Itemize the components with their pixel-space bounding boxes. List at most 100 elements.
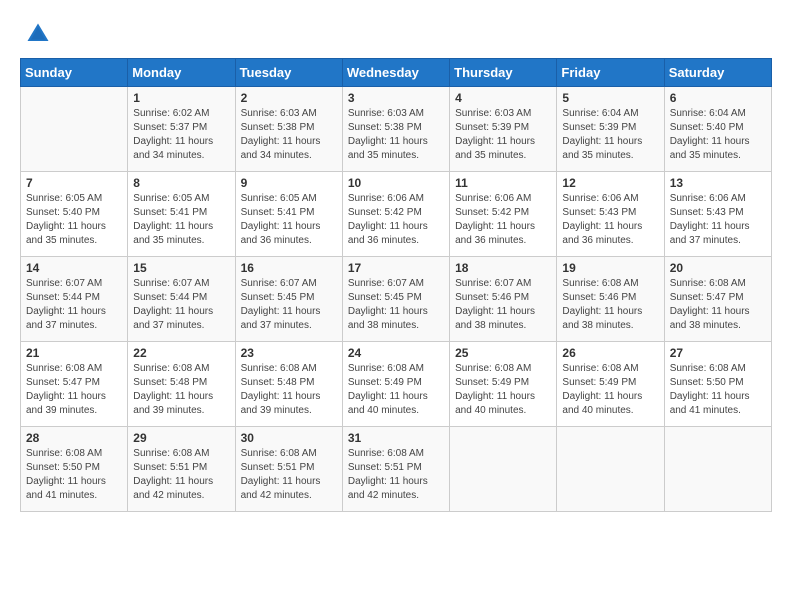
day-number: 12 [562, 176, 658, 190]
header-cell-sunday: Sunday [21, 59, 128, 87]
day-number: 3 [348, 91, 444, 105]
day-number: 6 [670, 91, 766, 105]
day-info: Sunrise: 6:07 AM Sunset: 5:45 PM Dayligh… [241, 277, 337, 333]
week-row-2: 7 Sunrise: 6:05 AM Sunset: 5:40 PM Daylig… [21, 172, 772, 257]
day-info: Sunrise: 6:06 AM Sunset: 5:42 PM Dayligh… [455, 192, 551, 248]
calendar-cell: 5 Sunrise: 6:04 AM Sunset: 5:39 PM Daylig… [557, 87, 664, 172]
calendar-cell: 8Sunrise: 6:05 AM Sunset: 5:41 PM Daylig… [128, 172, 235, 257]
day-number: 1 [133, 91, 229, 105]
day-info: Sunrise: 6:08 AM Sunset: 5:48 PM Dayligh… [241, 362, 337, 418]
day-info: Sunrise: 6:08 AM Sunset: 5:47 PM Dayligh… [670, 277, 766, 333]
calendar-table: SundayMondayTuesdayWednesdayThursdayFrid… [20, 58, 772, 512]
day-number: 26 [562, 346, 658, 360]
header-cell-saturday: Saturday [664, 59, 771, 87]
calendar-cell: 11 Sunrise: 6:06 AM Sunset: 5:42 PM Dayli… [450, 172, 557, 257]
day-info: Sunrise: 6:07 AM Sunset: 5:44 PM Dayligh… [26, 277, 122, 333]
day-info: Sunrise: 6:06 AM Sunset: 5:43 PM Dayligh… [670, 192, 766, 248]
calendar-cell: 20 Sunrise: 6:08 AM Sunset: 5:47 PM Dayli… [664, 257, 771, 342]
calendar-cell: 25Sunrise: 6:08 AM Sunset: 5:49 PM Dayli… [450, 342, 557, 427]
header-cell-friday: Friday [557, 59, 664, 87]
day-number: 2 [241, 91, 337, 105]
calendar-cell: 21 Sunrise: 6:08 AM Sunset: 5:47 PM Dayli… [21, 342, 128, 427]
logo-icon [24, 20, 52, 48]
day-info: Sunrise: 6:04 AM Sunset: 5:40 PM Dayligh… [670, 107, 766, 163]
calendar-cell: 6 Sunrise: 6:04 AM Sunset: 5:40 PM Daylig… [664, 87, 771, 172]
calendar-cell [21, 87, 128, 172]
calendar-cell [664, 427, 771, 512]
day-number: 15 [133, 261, 229, 275]
calendar-cell: 1 Sunrise: 6:02 AM Sunset: 5:37 PM Daylig… [128, 87, 235, 172]
day-number: 20 [670, 261, 766, 275]
calendar-cell: 22 Sunrise: 6:08 AM Sunset: 5:48 PM Dayli… [128, 342, 235, 427]
day-number: 13 [670, 176, 766, 190]
day-info: Sunrise: 6:05 AM Sunset: 5:40 PM Dayligh… [26, 192, 122, 248]
calendar-cell: 15 Sunrise: 6:07 AM Sunset: 5:44 PM Dayli… [128, 257, 235, 342]
calendar-cell: 2 Sunrise: 6:03 AM Sunset: 5:38 PM Daylig… [235, 87, 342, 172]
day-number: 14 [26, 261, 122, 275]
day-number: 10 [348, 176, 444, 190]
logo [20, 20, 52, 48]
calendar-cell: 4 Sunrise: 6:03 AM Sunset: 5:39 PM Daylig… [450, 87, 557, 172]
day-number: 25 [455, 346, 551, 360]
calendar-cell: 9Sunrise: 6:05 AM Sunset: 5:41 PM Daylig… [235, 172, 342, 257]
calendar-cell: 13 Sunrise: 6:06 AM Sunset: 5:43 PM Dayli… [664, 172, 771, 257]
day-number: 29 [133, 431, 229, 445]
day-number: 22 [133, 346, 229, 360]
calendar-cell: 16Sunrise: 6:07 AM Sunset: 5:45 PM Dayli… [235, 257, 342, 342]
calendar-cell: 27 Sunrise: 6:08 AM Sunset: 5:50 PM Dayli… [664, 342, 771, 427]
header-cell-tuesday: Tuesday [235, 59, 342, 87]
calendar-cell: 17 Sunrise: 6:07 AM Sunset: 5:45 PM Dayli… [342, 257, 449, 342]
day-number: 23 [241, 346, 337, 360]
calendar-cell [450, 427, 557, 512]
header-row: SundayMondayTuesdayWednesdayThursdayFrid… [21, 59, 772, 87]
calendar-cell: 3 Sunrise: 6:03 AM Sunset: 5:38 PM Daylig… [342, 87, 449, 172]
calendar-cell: 31Sunrise: 6:08 AM Sunset: 5:51 PM Dayli… [342, 427, 449, 512]
day-info: Sunrise: 6:04 AM Sunset: 5:39 PM Dayligh… [562, 107, 658, 163]
calendar-cell: 18 Sunrise: 6:07 AM Sunset: 5:46 PM Dayli… [450, 257, 557, 342]
day-info: Sunrise: 6:08 AM Sunset: 5:49 PM Dayligh… [348, 362, 444, 418]
header-cell-wednesday: Wednesday [342, 59, 449, 87]
day-info: Sunrise: 6:05 AM Sunset: 5:41 PM Dayligh… [133, 192, 229, 248]
day-number: 7 [26, 176, 122, 190]
calendar-cell: 19Sunrise: 6:08 AM Sunset: 5:46 PM Dayli… [557, 257, 664, 342]
day-info: Sunrise: 6:03 AM Sunset: 5:39 PM Dayligh… [455, 107, 551, 163]
day-info: Sunrise: 6:06 AM Sunset: 5:43 PM Dayligh… [562, 192, 658, 248]
day-info: Sunrise: 6:08 AM Sunset: 5:51 PM Dayligh… [348, 447, 444, 503]
day-number: 24 [348, 346, 444, 360]
day-info: Sunrise: 6:02 AM Sunset: 5:37 PM Dayligh… [133, 107, 229, 163]
day-info: Sunrise: 6:03 AM Sunset: 5:38 PM Dayligh… [241, 107, 337, 163]
calendar-header: SundayMondayTuesdayWednesdayThursdayFrid… [21, 59, 772, 87]
day-info: Sunrise: 6:06 AM Sunset: 5:42 PM Dayligh… [348, 192, 444, 248]
calendar-cell: 23 Sunrise: 6:08 AM Sunset: 5:48 PM Dayli… [235, 342, 342, 427]
day-number: 9 [241, 176, 337, 190]
day-info: Sunrise: 6:03 AM Sunset: 5:38 PM Dayligh… [348, 107, 444, 163]
day-info: Sunrise: 6:08 AM Sunset: 5:50 PM Dayligh… [670, 362, 766, 418]
day-info: Sunrise: 6:08 AM Sunset: 5:48 PM Dayligh… [133, 362, 229, 418]
day-info: Sunrise: 6:07 AM Sunset: 5:44 PM Dayligh… [133, 277, 229, 333]
calendar-cell: 28Sunrise: 6:08 AM Sunset: 5:50 PM Dayli… [21, 427, 128, 512]
day-number: 19 [562, 261, 658, 275]
week-row-5: 28Sunrise: 6:08 AM Sunset: 5:50 PM Dayli… [21, 427, 772, 512]
day-number: 5 [562, 91, 658, 105]
header-cell-monday: Monday [128, 59, 235, 87]
day-number: 30 [241, 431, 337, 445]
calendar-cell [557, 427, 664, 512]
day-number: 11 [455, 176, 551, 190]
calendar-cell: 7 Sunrise: 6:05 AM Sunset: 5:40 PM Daylig… [21, 172, 128, 257]
day-number: 27 [670, 346, 766, 360]
header-cell-thursday: Thursday [450, 59, 557, 87]
calendar-cell: 26Sunrise: 6:08 AM Sunset: 5:49 PM Dayli… [557, 342, 664, 427]
week-row-1: 1 Sunrise: 6:02 AM Sunset: 5:37 PM Daylig… [21, 87, 772, 172]
day-info: Sunrise: 6:07 AM Sunset: 5:46 PM Dayligh… [455, 277, 551, 333]
day-info: Sunrise: 6:08 AM Sunset: 5:47 PM Dayligh… [26, 362, 122, 418]
day-number: 18 [455, 261, 551, 275]
day-number: 28 [26, 431, 122, 445]
day-number: 21 [26, 346, 122, 360]
day-number: 17 [348, 261, 444, 275]
day-info: Sunrise: 6:08 AM Sunset: 5:51 PM Dayligh… [133, 447, 229, 503]
calendar-cell: 30Sunrise: 6:08 AM Sunset: 5:51 PM Dayli… [235, 427, 342, 512]
calendar-cell: 24 Sunrise: 6:08 AM Sunset: 5:49 PM Dayli… [342, 342, 449, 427]
calendar-cell: 10 Sunrise: 6:06 AM Sunset: 5:42 PM Dayli… [342, 172, 449, 257]
day-info: Sunrise: 6:07 AM Sunset: 5:45 PM Dayligh… [348, 277, 444, 333]
day-number: 4 [455, 91, 551, 105]
